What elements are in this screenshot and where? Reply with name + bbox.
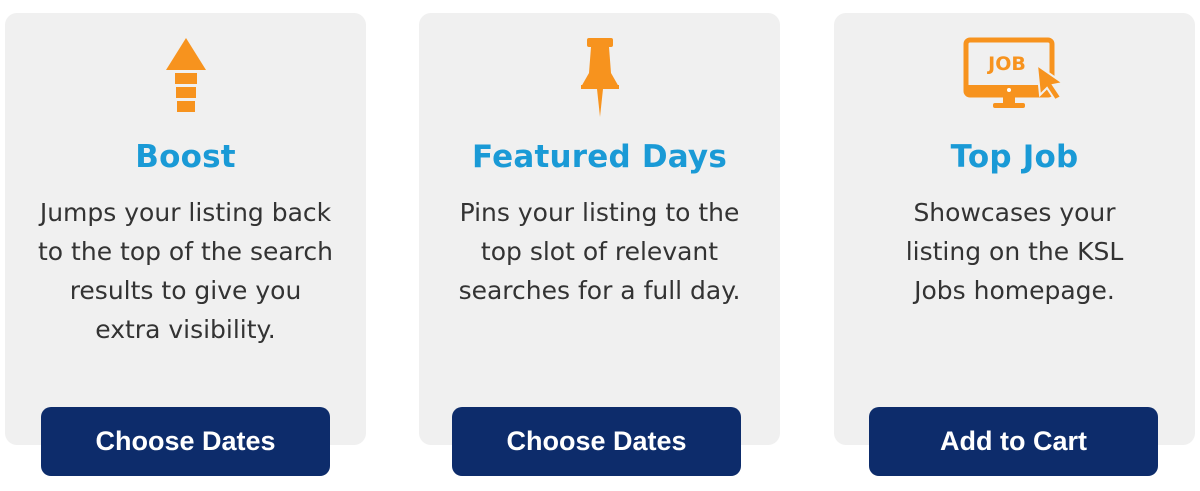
featured-days-description: Pins your listing to the top slot of rel… xyxy=(458,198,741,305)
featured-days-choose-dates-button[interactable]: Choose Dates xyxy=(452,407,741,476)
top-job-add-to-cart-button[interactable]: Add to Cart xyxy=(869,407,1158,476)
job-monitor-icon: JOB xyxy=(963,37,1066,108)
pushpin-icon xyxy=(580,38,619,117)
boost-title: Boost xyxy=(135,139,236,175)
boost-card: Boost Jumps your listing back to the top… xyxy=(5,13,366,445)
boost-description: Jumps your listing back to the top of th… xyxy=(38,198,333,344)
featured-days-title: Featured Days xyxy=(471,139,727,175)
top-job-description: Showcases your listing on the KSL Jobs h… xyxy=(905,198,1124,305)
boost-arrow-icon xyxy=(165,38,206,112)
boost-choose-dates-button[interactable]: Choose Dates xyxy=(41,407,330,476)
job-icon-text: JOB xyxy=(986,53,1026,75)
top-job-title: Top Job xyxy=(950,139,1079,175)
top-job-card: JOB Top Job Showcases your listing on th… xyxy=(834,13,1195,445)
featured-days-card: Featured Days Pins your listing to the t… xyxy=(419,13,780,445)
